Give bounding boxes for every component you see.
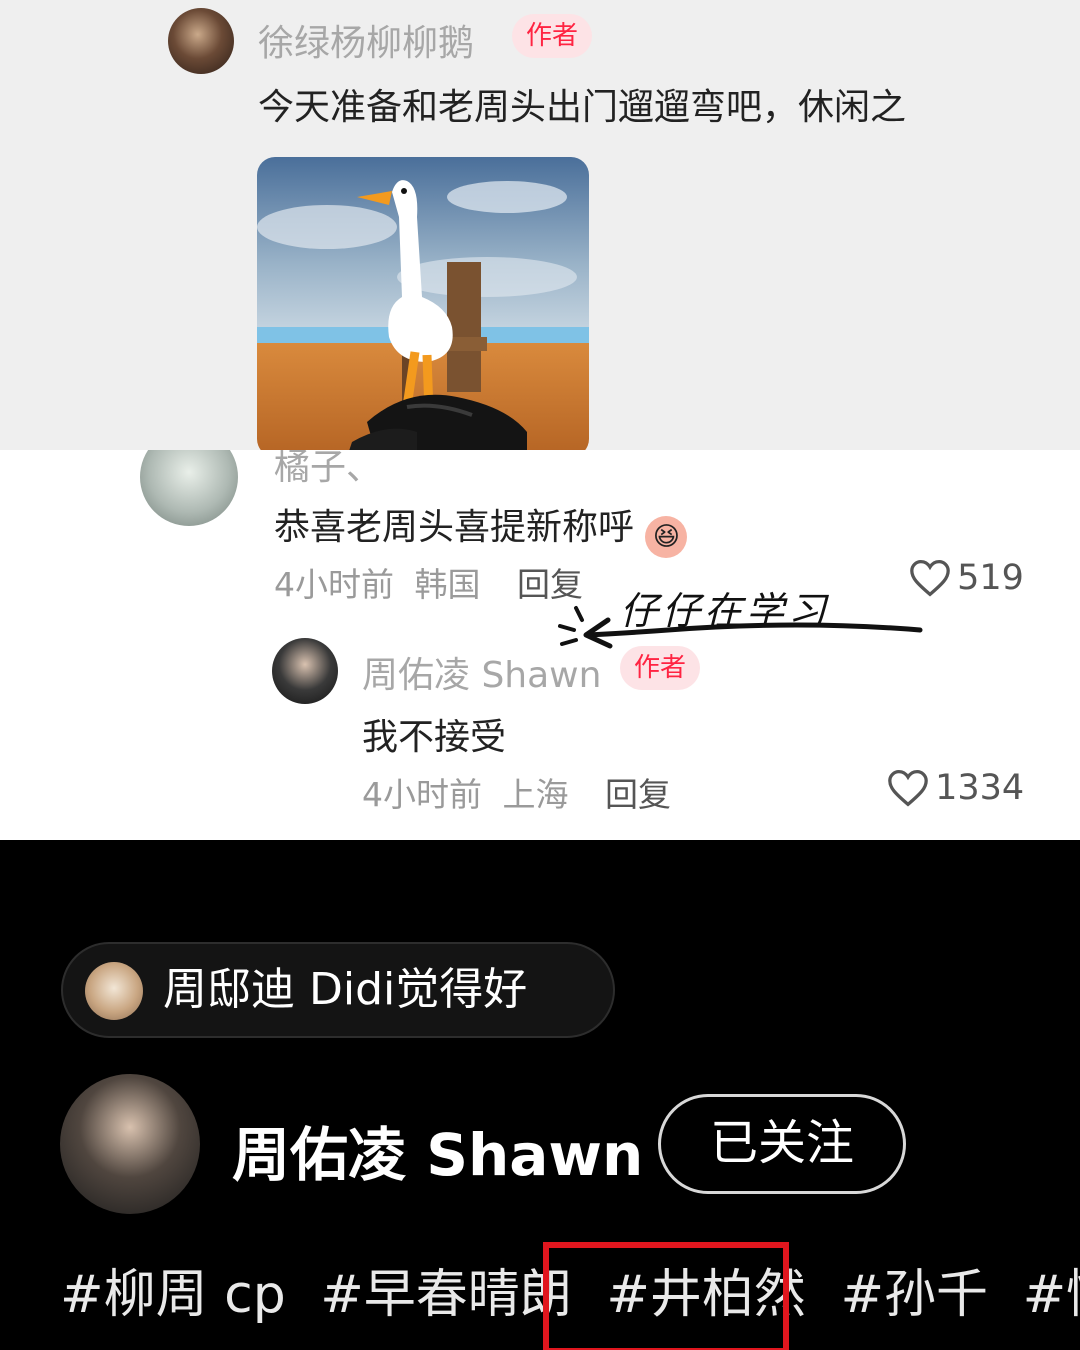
comment-card-top: 徐绿杨柳柳鹅 作者 今天准备和老周头出门遛遛弯吧，休闲之 [0,0,1080,450]
comment-card-second: 橘子、 恭喜老周头喜提新称呼 😆 4小时前 韩国 回复 519 仔仔在学习 周佑… [0,450,1080,840]
author-badge: 作者 [620,646,701,690]
comment-username[interactable]: 徐绿杨柳柳鹅 [258,14,474,66]
reply-meta: 4小时前 上海 回复 [362,768,671,816]
comment-text: 今天准备和老周头出门遛遛弯吧，休闲之 [258,87,907,128]
goose-image[interactable] [257,157,589,450]
annotation-arrow [558,606,923,649]
profile-name[interactable]: 周佑凌 Shawn [232,1108,643,1192]
reply-location: 上海 [502,775,569,814]
friend-avatar [85,962,143,1020]
author-avatar[interactable] [272,638,338,704]
comment-meta: 4小时前 韩国 回复 [274,558,583,606]
profile-avatar[interactable] [60,1074,200,1214]
heart-outline-icon [888,769,928,807]
comment-text-content: 恭喜老周头喜提新称呼 [274,507,635,548]
liked-by-pill[interactable]: 周邸迪 Didi觉得好 [61,942,615,1038]
reply-button[interactable]: 回复 [517,565,583,604]
comment-username[interactable]: 橘子、 [274,450,382,490]
hashtag-link[interactable]: #柳周 cp [60,1265,286,1325]
user-avatar[interactable] [168,8,234,74]
comment-text: 恭喜老周头喜提新称呼 😆 [274,498,688,558]
like-count: 1334 [935,768,1025,808]
hashtag-link[interactable]: #早春晴朗 [320,1265,572,1325]
reply-text: 我不接受 [362,717,507,758]
like-button[interactable]: 519 [908,558,1024,602]
like-count: 519 [957,558,1024,598]
user-avatar[interactable] [140,450,238,526]
follow-button[interactable]: 已关注 [658,1094,906,1194]
profile-strip: 周邸迪 Didi觉得好 周佑凌 Shawn 已关注 #柳周 cp #早春晴朗 #… [0,840,1080,1350]
like-button[interactable]: 1334 [886,768,1024,812]
reply-button[interactable]: 回复 [605,775,671,814]
laughing-emoji-icon: 😆 [645,516,688,558]
author-badge: 作者 [512,14,593,58]
comment-location: 韩国 [414,565,481,604]
highlight-box [543,1242,789,1350]
reply-time: 4小时前 [362,775,482,814]
hashtag-link[interactable]: #孙千 [840,1265,988,1325]
liked-by-text: 周邸迪 Didi觉得好 [163,964,528,1015]
heart-outline-icon [910,559,950,597]
hashtag-link[interactable]: #情绪 [1023,1265,1080,1325]
comment-time: 4小时前 [274,565,394,604]
reply-username[interactable]: 周佑凌 Shawn [362,646,601,698]
